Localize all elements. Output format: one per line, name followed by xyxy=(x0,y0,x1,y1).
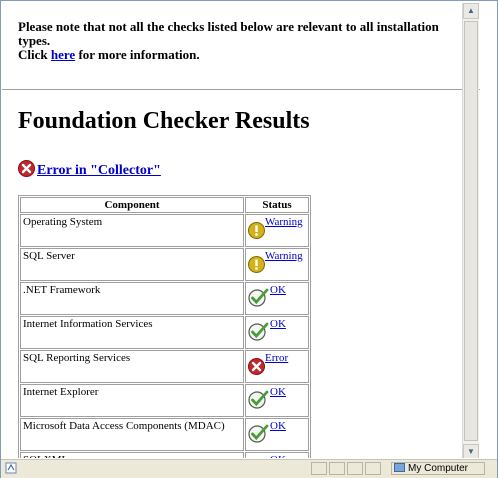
check-icon xyxy=(248,424,270,446)
page-content: Please note that not all the checks list… xyxy=(2,2,480,458)
status-cell: OK xyxy=(245,452,309,458)
status-link[interactable]: Warning xyxy=(265,216,303,228)
status-cell: Warning xyxy=(245,214,309,247)
scroll-down-button[interactable]: ▼ xyxy=(463,444,479,458)
component-cell: Microsoft Data Access Components (MDAC) xyxy=(20,418,244,451)
status-link[interactable]: Error xyxy=(265,352,288,364)
table-row: .NET Framework OK xyxy=(20,282,309,315)
results-table: Component Status Operating System Warning… xyxy=(18,195,311,458)
component-cell: SQL Reporting Services xyxy=(20,350,244,383)
table-row: SQLXML OK xyxy=(20,452,309,458)
table-row: Operating System Warning xyxy=(20,214,309,247)
component-cell: SQL Server xyxy=(20,248,244,281)
status-link[interactable]: Warning xyxy=(265,250,303,262)
table-row: SQL Reporting Services Error xyxy=(20,350,309,383)
status-cell xyxy=(311,462,327,475)
error-collector-link[interactable]: Error in "Collector" xyxy=(37,163,161,178)
security-zone: My Computer xyxy=(391,462,485,475)
warning-icon xyxy=(248,222,265,242)
status-cell: Error xyxy=(245,350,309,383)
check-icon xyxy=(248,322,270,344)
status-cell: OK xyxy=(245,384,309,417)
computer-icon xyxy=(394,463,405,472)
notice-click-prefix: Click xyxy=(18,47,51,62)
status-bar: My Computer xyxy=(1,459,497,478)
header-status: Status xyxy=(245,197,309,213)
page-title: Foundation Checker Results xyxy=(18,108,310,134)
notice-click-suffix: for more information. xyxy=(75,47,200,62)
status-cell: OK xyxy=(245,418,309,451)
component-cell: Operating System xyxy=(20,214,244,247)
separator xyxy=(2,89,480,91)
table-row: SQL Server Warning xyxy=(20,248,309,281)
error-icon xyxy=(248,358,265,378)
status-cell xyxy=(329,462,345,475)
component-cell: SQLXML xyxy=(20,452,244,458)
component-cell: .NET Framework xyxy=(20,282,244,315)
status-cell: OK xyxy=(245,316,309,349)
status-link[interactable]: OK xyxy=(270,454,286,458)
zone-label: My Computer xyxy=(408,463,469,474)
status-cell xyxy=(365,462,381,475)
warning-icon xyxy=(248,256,265,276)
component-cell: Internet Information Services xyxy=(20,316,244,349)
status-link[interactable]: OK xyxy=(270,284,286,296)
status-cell: Warning xyxy=(245,248,309,281)
status-link[interactable]: OK xyxy=(270,420,286,432)
header-component: Component xyxy=(20,197,244,213)
check-icon xyxy=(248,390,270,412)
page-icon xyxy=(5,462,17,474)
table-row: Internet Explorer OK xyxy=(20,384,309,417)
notice-block: Please note that not all the checks list… xyxy=(18,20,473,62)
status-link[interactable]: OK xyxy=(270,386,286,398)
check-icon xyxy=(248,288,270,310)
scroll-thumb[interactable] xyxy=(464,21,478,441)
status-cell xyxy=(347,462,363,475)
status-cell: OK xyxy=(245,282,309,315)
table-row: Internet Information Services OK xyxy=(20,316,309,349)
error-summary: Error in "Collector" xyxy=(18,160,161,179)
notice-line1: Please note that not all the checks list… xyxy=(18,19,439,48)
notice-text: Please note that not all the checks list… xyxy=(18,20,473,62)
table-row: Microsoft Data Access Components (MDAC) O… xyxy=(20,418,309,451)
error-icon xyxy=(18,160,35,177)
scroll-up-button[interactable]: ▲ xyxy=(463,3,479,19)
component-cell: Internet Explorer xyxy=(20,384,244,417)
vertical-scrollbar[interactable]: ▲ ▼ xyxy=(462,3,479,458)
table-header-row: Component Status xyxy=(20,197,309,213)
here-link[interactable]: here xyxy=(51,47,75,62)
status-link[interactable]: OK xyxy=(270,318,286,330)
